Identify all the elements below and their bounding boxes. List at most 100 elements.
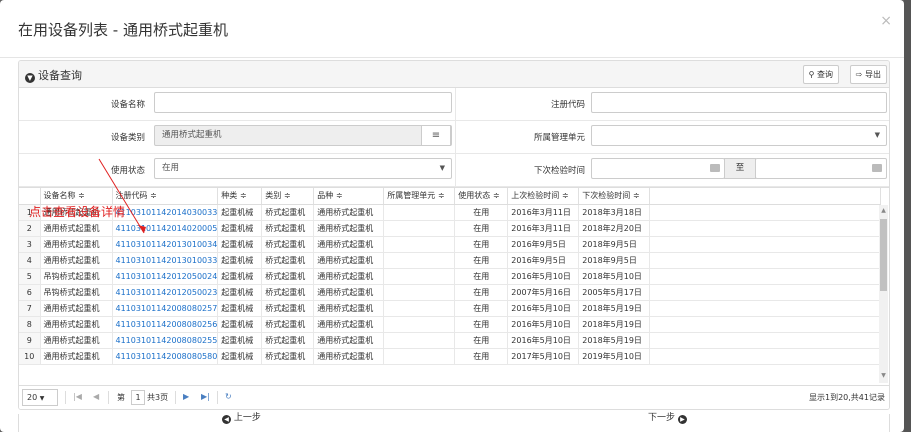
- table-row[interactable]: 6 吊钩桥式起重机 41103101142012050023 起重机械 桥式起重机 通用桥…: [19, 284, 882, 301]
- col-header-next-inspect[interactable]: 下次检验时间 ≑: [578, 188, 651, 205]
- panel-title[interactable]: ▼ 设备查询: [25, 67, 82, 83]
- cell-category: 桥式起重机: [261, 236, 315, 253]
- prev-page-icon[interactable]: ◀: [93, 392, 99, 401]
- device-name-input[interactable]: [154, 92, 452, 113]
- table-row[interactable]: 7 通用桥式起重机 41103101142008080257 起重机械 桥式起重机 通用桥…: [19, 300, 882, 317]
- divider: [217, 391, 218, 404]
- cell-category: 桥式起重机: [261, 284, 315, 301]
- device-table-body: 设备名称 ≑ 注册代码 ≑ 种类 ≑ 类别 ≑ 品种 ≑ 所属管理单元 ≑ 使用…: [19, 188, 882, 365]
- next-inspect-end-input[interactable]: [755, 158, 887, 179]
- cell-variety: 通用桥式起重机: [313, 268, 385, 285]
- cell-category: 桥式起重机: [261, 204, 315, 221]
- table-row[interactable]: 1 通用桥式起重机 41103101142014030033 起重机械 桥式起重机 通用桥…: [19, 204, 882, 221]
- cell-reg-code[interactable]: 41103101142012050023: [112, 284, 219, 301]
- query-label: 查询: [817, 70, 833, 79]
- cell-status: 在用: [454, 252, 509, 269]
- page-prefix: 第: [117, 393, 125, 402]
- export-label: 导出: [865, 70, 881, 79]
- col-header-kind[interactable]: 种类 ≑: [217, 188, 263, 205]
- cell-device-name: 通用桥式起重机: [40, 332, 113, 349]
- table-row[interactable]: 4 通用桥式起重机 41103101142013010033 起重机械 桥式起重机 通用桥…: [19, 252, 882, 269]
- cell-last-inspect: 2016年9月5日: [507, 236, 580, 253]
- category-label: 设备类别: [110, 133, 145, 143]
- cell-kind: 起重机械: [217, 316, 263, 333]
- first-page-icon[interactable]: |◀: [73, 392, 82, 401]
- cell-variety: 通用桥式起重机: [313, 332, 385, 349]
- chevron-down-icon: ▼: [439, 164, 445, 172]
- scroll-up-icon[interactable]: ▲: [879, 207, 888, 214]
- col-header-reg-code[interactable]: 注册代码 ≑: [112, 188, 219, 205]
- divider: [455, 121, 456, 153]
- cell-reg-code[interactable]: 41103101142008080255: [112, 332, 219, 349]
- scroll-down-icon[interactable]: ▼: [879, 372, 888, 379]
- cell-next-inspect: 2018年2月20日: [578, 220, 651, 237]
- export-button[interactable]: ⇨ 导出: [849, 65, 887, 84]
- cell-reg-code[interactable]: 41103101142008080256: [112, 316, 219, 333]
- refresh-icon[interactable]: ↻: [225, 392, 232, 401]
- page-number-input[interactable]: 1: [131, 390, 145, 405]
- prev-step-button[interactable]: ◀ 上一步: [222, 410, 261, 424]
- cell-variety: 通用桥式起重机: [313, 284, 385, 301]
- cell-variety: 通用桥式起重机: [313, 300, 385, 317]
- wizard-footer: [18, 414, 890, 432]
- cell-reg-code[interactable]: 41103101142013010033: [112, 252, 219, 269]
- col-header-unit[interactable]: 所属管理单元 ≑: [383, 188, 456, 205]
- cell-status: 在用: [454, 332, 509, 349]
- close-icon[interactable]: ×: [880, 13, 892, 29]
- table-row[interactable]: 10 通用桥式起重机 41103101142008080580 起重机械 桥式起重机 通用…: [19, 348, 882, 365]
- status-label: 使用状态: [110, 166, 145, 176]
- col-header-status[interactable]: 使用状态 ≑: [454, 188, 509, 205]
- cell-filler: [649, 268, 882, 285]
- cell-kind: 起重机械: [217, 268, 263, 285]
- col-header-variety[interactable]: 品种 ≑: [313, 188, 385, 205]
- next-page-icon[interactable]: ▶: [183, 392, 189, 401]
- unit-select[interactable]: ▼: [591, 125, 887, 146]
- reg-code-label: 注册代码: [550, 100, 585, 110]
- cell-kind: 起重机械: [217, 300, 263, 317]
- category-field: 通用桥式起重机 ≡: [154, 125, 452, 146]
- menu-list-icon[interactable]: ≡: [421, 125, 451, 146]
- cell-reg-code[interactable]: 41103101142012050024: [112, 268, 219, 285]
- status-select[interactable]: 在用 ▼: [154, 158, 452, 179]
- table-row[interactable]: 3 通用桥式起重机 41103101142013010034 起重机械 桥式起重机 通用桥…: [19, 236, 882, 253]
- table-scrollbar-thumb[interactable]: [880, 219, 887, 291]
- cell-next-inspect: 2019年5月10日: [578, 348, 651, 365]
- cell-status: 在用: [454, 348, 509, 365]
- cell-next-inspect: 2018年9月5日: [578, 236, 651, 253]
- table-row[interactable]: 5 吊钩桥式起重机 41103101142012050024 起重机械 桥式起重机 通用桥…: [19, 268, 882, 285]
- reg-code-input[interactable]: [591, 92, 887, 113]
- cell-reg-code[interactable]: 41103101142014020005: [112, 220, 219, 237]
- cell-device-name: 通用桥式起重机: [40, 316, 113, 333]
- cell-category: 桥式起重机: [261, 300, 315, 317]
- cell-reg-code[interactable]: 41103101142014030033: [112, 204, 219, 221]
- table-row[interactable]: 2 通用桥式起重机 41103101142014020005 起重机械 桥式起重机 通用桥…: [19, 220, 882, 237]
- page-size-value: 20: [27, 393, 38, 402]
- cell-last-inspect: 2017年5月10日: [507, 348, 580, 365]
- divider: [455, 88, 456, 120]
- table-row[interactable]: 9 通用桥式起重机 41103101142008080255 起重机械 桥式起重机 通用桥…: [19, 332, 882, 349]
- cell-filler: [649, 252, 882, 269]
- cell-reg-code[interactable]: 41103101142008080580: [112, 348, 219, 365]
- device-table: 设备名称 ≑ 注册代码 ≑ 种类 ≑ 类别 ≑ 品种 ≑ 所属管理单元 ≑ 使用…: [19, 187, 889, 383]
- modal-title: 在用设备列表 - 通用桥式起重机: [18, 21, 228, 39]
- cell-status: 在用: [454, 220, 509, 237]
- query-button[interactable]: ⚲ 查询: [802, 65, 839, 84]
- page-size-select[interactable]: 20 ▼: [22, 389, 58, 406]
- next-inspect-label: 下次检验时间: [533, 166, 585, 176]
- cell-unit: [383, 236, 456, 253]
- cell-unit: [383, 252, 456, 269]
- last-page-icon[interactable]: ▶|: [201, 392, 210, 401]
- table-row[interactable]: 8 通用桥式起重机 41103101142008080256 起重机械 桥式起重机 通用桥…: [19, 316, 882, 333]
- annotation-text: 点击查看设备详情: [29, 205, 126, 219]
- unit-label: 所属管理单元: [533, 133, 585, 143]
- cell-next-inspect: 2018年5月19日: [578, 300, 651, 317]
- col-header-last-inspect[interactable]: 上次检验时间 ≑: [507, 188, 580, 205]
- cell-unit: [383, 220, 456, 237]
- cell-reg-code[interactable]: 41103101142013010034: [112, 236, 219, 253]
- arrow-left-circle-icon: ◀: [222, 415, 231, 424]
- col-header-category[interactable]: 类别 ≑: [261, 188, 315, 205]
- cell-reg-code[interactable]: 41103101142008080257: [112, 300, 219, 317]
- next-inspect-start-input[interactable]: [591, 158, 725, 179]
- col-header-device-name[interactable]: 设备名称 ≑: [40, 188, 113, 205]
- next-step-button[interactable]: 下一步 ▶: [648, 410, 687, 424]
